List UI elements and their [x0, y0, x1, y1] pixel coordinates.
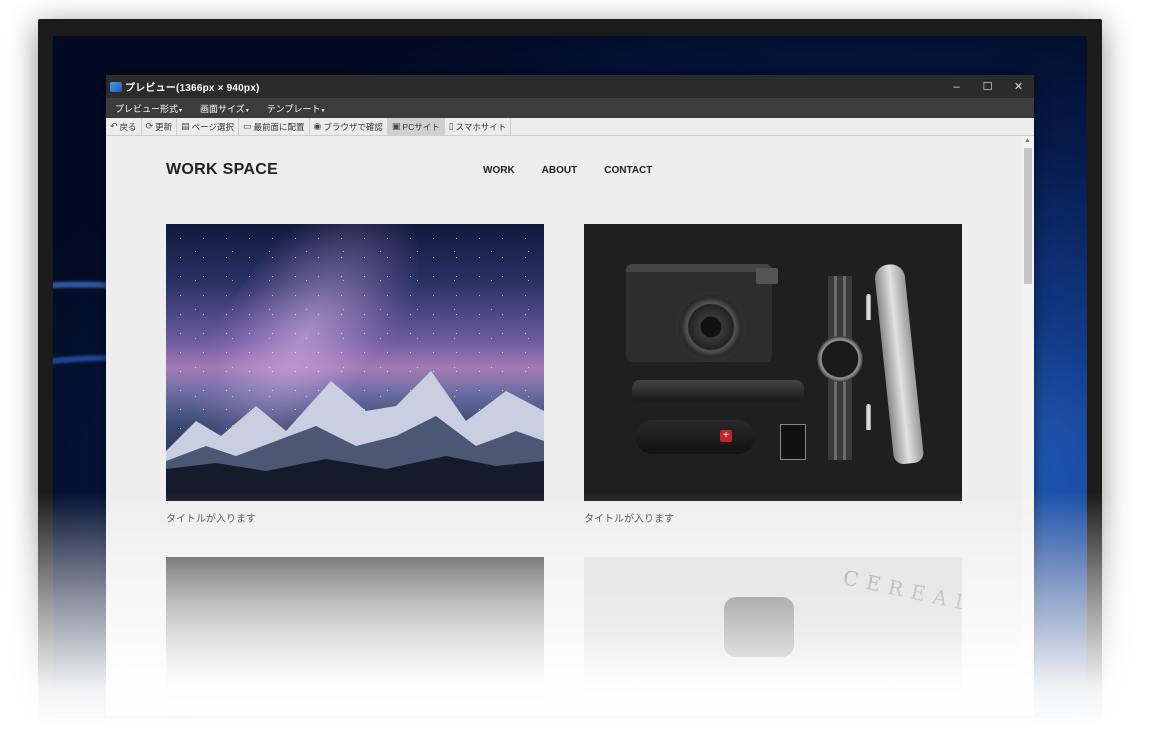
preview-window: プレビュー(1366px × 940px) – ☐ ✕ プレビュー形式▾ 画面サ…	[106, 75, 1034, 715]
desktop-icon: ▣	[391, 121, 401, 131]
menu-preview-format[interactable]: プレビュー形式▾	[110, 102, 187, 115]
tool-label: 更新	[155, 121, 173, 132]
camera-flatlay-photo: +	[584, 224, 962, 501]
pc-site-button[interactable]: ▣ PCサイト	[387, 118, 445, 135]
menu-template[interactable]: テンプレート▾	[262, 102, 330, 115]
minimize-button[interactable]: –	[941, 75, 972, 98]
page-select-button[interactable]: ▤ ページ選択	[177, 118, 239, 135]
folding-knife	[873, 262, 925, 466]
menu-label: テンプレート	[266, 103, 321, 114]
tool-label: スマホサイト	[455, 121, 507, 132]
nav-about[interactable]: ABOUT	[542, 165, 578, 176]
tool-label: PCサイト	[402, 121, 440, 132]
maximize-button[interactable]: ☐	[972, 75, 1003, 98]
scroll-thumb[interactable]	[1024, 148, 1032, 284]
page-select-icon: ▤	[181, 121, 190, 131]
mountain-silhouette	[166, 371, 544, 501]
always-on-top-button[interactable]: ▭ 最前面に配置	[239, 118, 310, 135]
menu-bar: プレビュー形式▾ 画面サイズ▾ テンプレート▾	[106, 98, 1034, 118]
mountain-photo	[166, 224, 544, 501]
toolbar: ↶ 戻る ⟳ 更新 ▤ ページ選択 ▭ 最前面に配置 ◉ ブラウザで確認 ▣ P…	[106, 118, 1034, 136]
chevron-down-icon: ▾	[179, 107, 183, 114]
flashlight	[632, 380, 804, 402]
card-caption: タイトルが入ります	[584, 514, 674, 525]
work-card[interactable]: + タイトルが入ります	[584, 224, 962, 525]
tool-label: ページ選択	[191, 121, 234, 132]
smartwatch	[724, 597, 794, 657]
site-logo[interactable]: WORK SPACE	[166, 161, 278, 179]
bullet	[866, 404, 871, 430]
nav-contact[interactable]: CONTACT	[604, 165, 652, 176]
globe-icon: ◉	[313, 121, 322, 131]
open-in-browser-button[interactable]: ◉ ブラウザで確認	[310, 118, 388, 135]
smartphone-site-button[interactable]: ▯ スマホサイト	[445, 118, 512, 135]
app-icon	[110, 81, 122, 92]
smartphone-icon: ▯	[448, 121, 454, 131]
menu-label: 画面サイズ	[200, 103, 245, 114]
magazine-title: CEREAL	[840, 565, 962, 617]
scroll-up-icon[interactable]: ▲	[1024, 137, 1031, 144]
window-front-icon: ▭	[242, 121, 252, 131]
refresh-button[interactable]: ⟳ 更新	[142, 118, 178, 135]
bullet	[866, 294, 871, 320]
work-card-faded[interactable]: CEREAL	[584, 557, 962, 715]
window-title: プレビュー(1366px × 940px)	[125, 83, 260, 94]
camera-lens	[676, 292, 746, 362]
card-caption: タイトルが入ります	[166, 514, 256, 525]
back-button[interactable]: ↶ 戻る	[106, 118, 142, 135]
title-bar[interactable]: プレビュー(1366px × 940px) – ☐ ✕	[106, 75, 1034, 98]
sd-card	[780, 424, 806, 460]
swiss-cross-icon: +	[720, 430, 732, 442]
close-button[interactable]: ✕	[1003, 75, 1034, 98]
chevron-down-icon: ▾	[321, 107, 325, 114]
site-nav: WORK ABOUT CONTACT	[483, 165, 679, 176]
pocket-knife	[636, 420, 754, 454]
refresh-icon: ⟳	[145, 121, 154, 131]
tool-label: 最前面に配置	[253, 121, 305, 132]
site-preview: WORK SPACE WORK ABOUT CONTACT タイトルが入ります	[106, 136, 1022, 715]
menu-label: プレビュー形式	[115, 103, 179, 114]
tool-label: 戻る	[119, 121, 137, 132]
back-arrow-icon: ↶	[110, 121, 118, 131]
menu-screen-size[interactable]: 画面サイズ▾	[195, 102, 254, 115]
camera-viewfinder	[756, 268, 778, 284]
work-card[interactable]: タイトルが入ります	[166, 224, 544, 525]
work-card-faded[interactable]	[166, 557, 544, 715]
wristwatch	[817, 336, 863, 382]
scrollbar[interactable]: ▲	[1022, 136, 1034, 715]
chevron-down-icon: ▾	[245, 107, 249, 114]
tool-label: ブラウザで確認	[323, 121, 383, 132]
nav-work[interactable]: WORK	[483, 165, 515, 176]
